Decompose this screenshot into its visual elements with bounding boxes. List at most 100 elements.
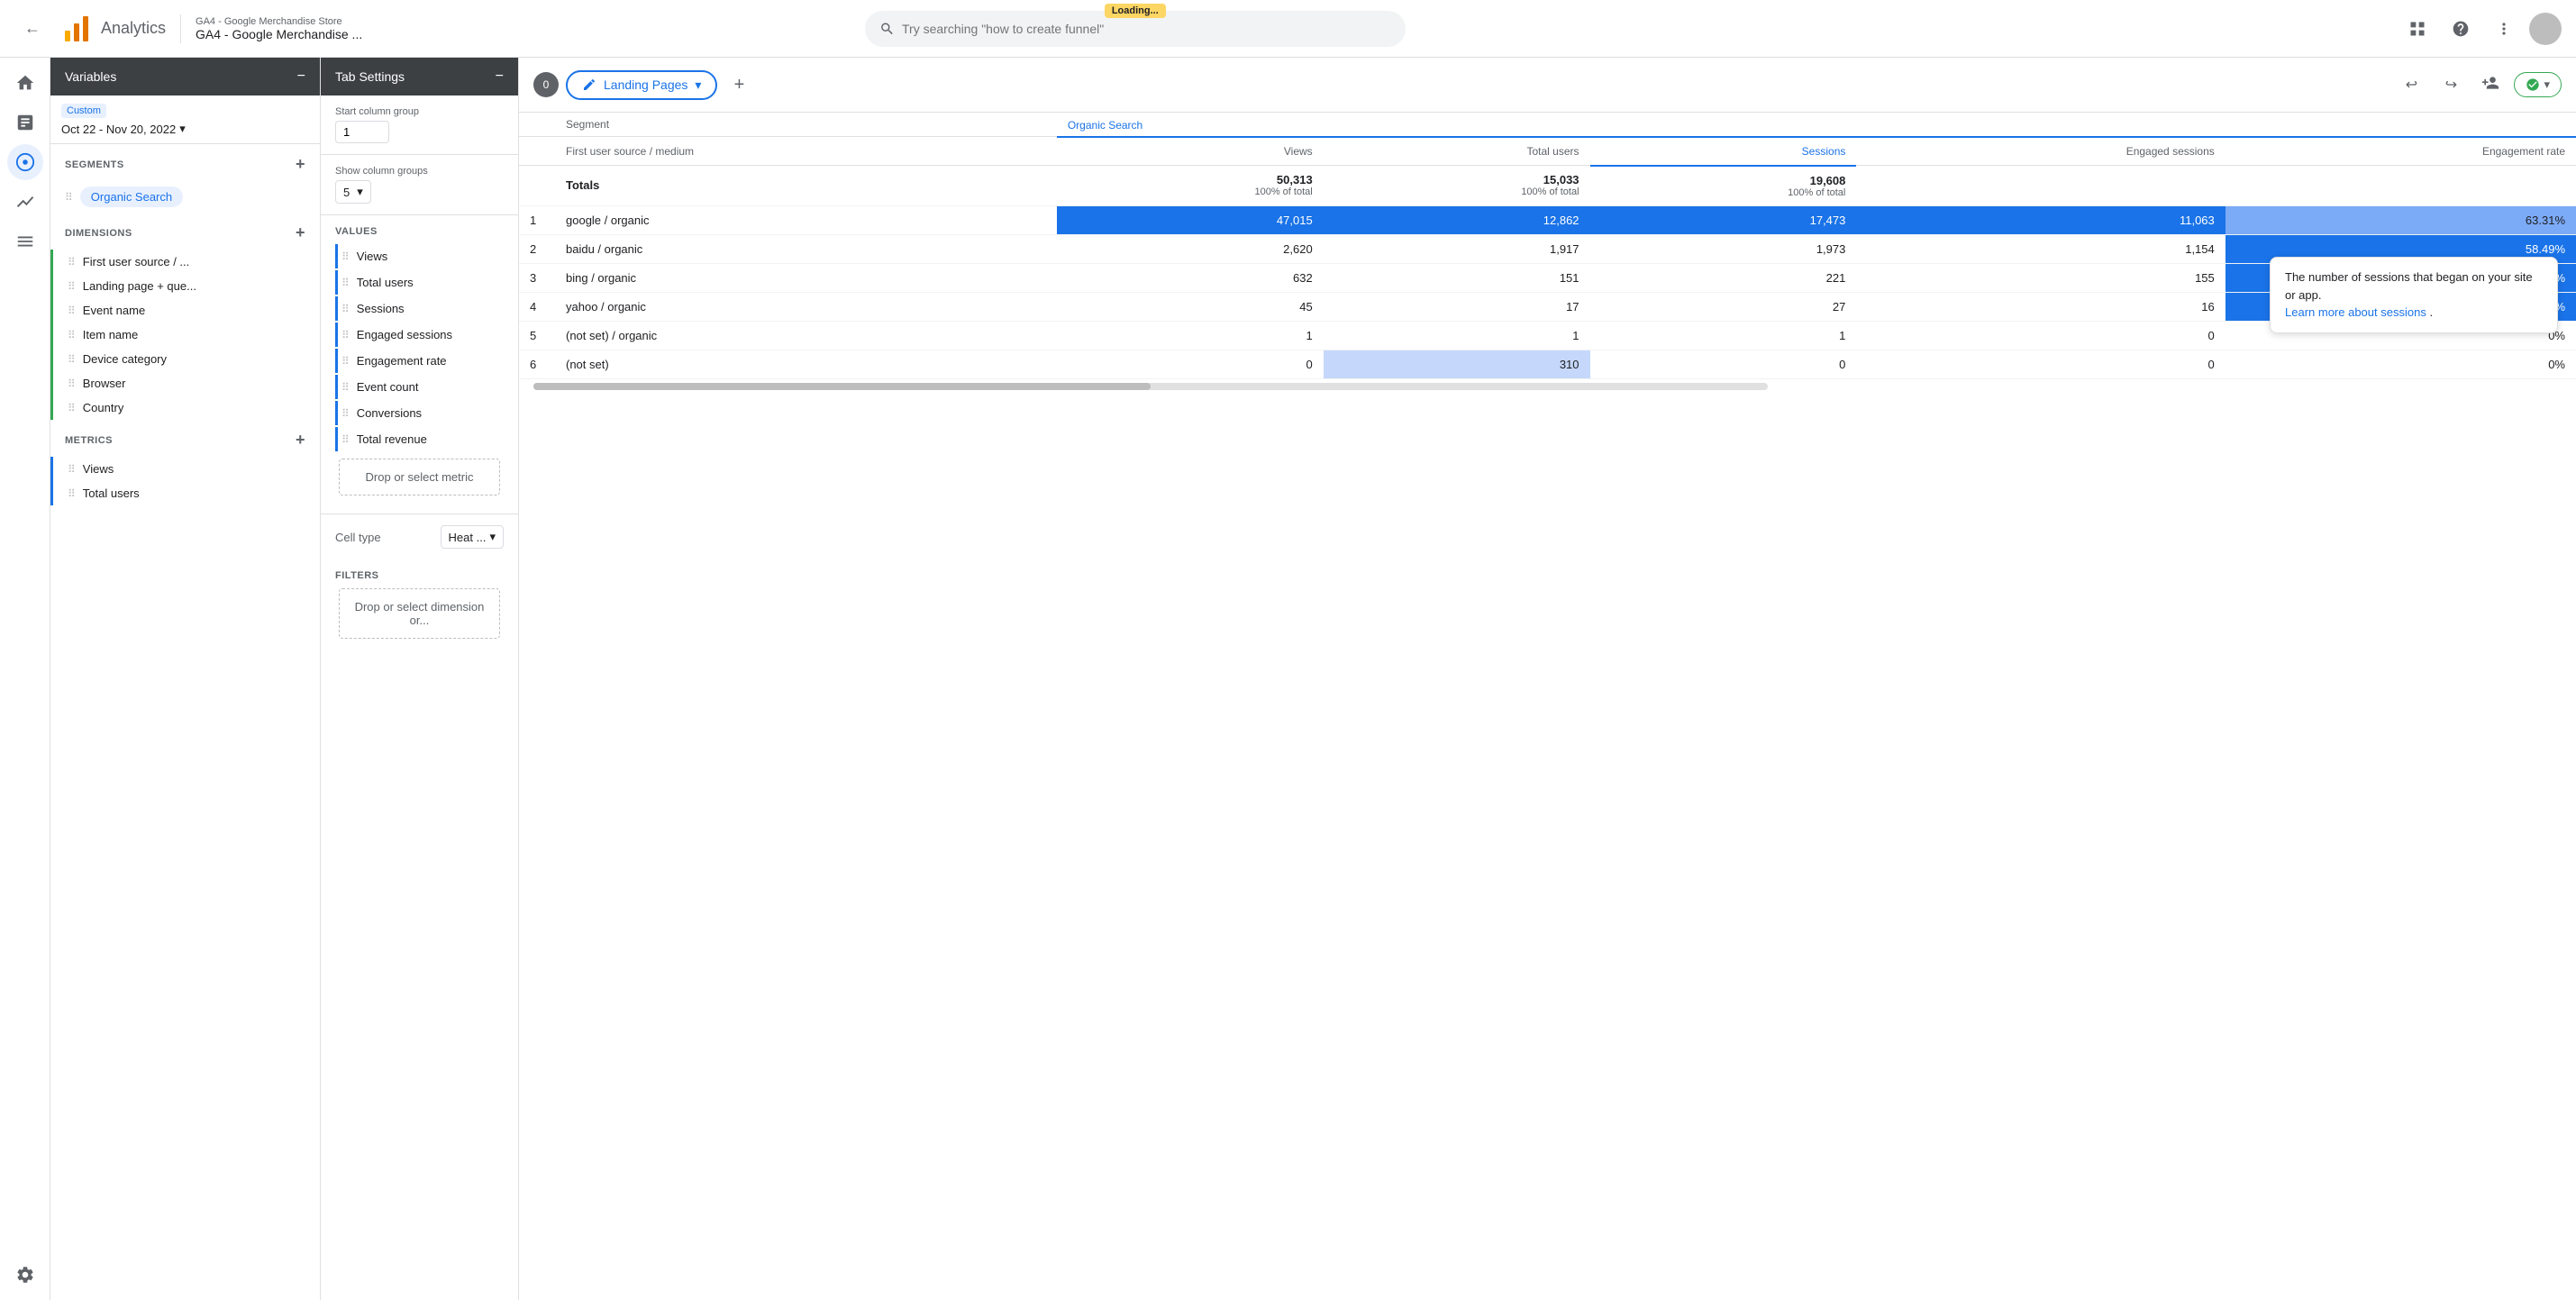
back-button[interactable]: ←	[14, 11, 50, 47]
metric-views[interactable]: ⠿ Views	[50, 457, 320, 481]
show-column-groups-section: Show column groups 5 ▾	[321, 155, 518, 215]
engagement-rate-column-header[interactable]: Engagement rate	[2226, 137, 2576, 166]
value-sessions[interactable]: ⠿ Sessions	[335, 296, 504, 321]
segment-organic-search[interactable]: ⠿ Organic Search	[50, 181, 320, 213]
value-engaged-sessions[interactable]: ⠿ Engaged sessions	[335, 323, 504, 347]
row-total-users: 310	[1324, 350, 1590, 378]
dimension-label: Item name	[83, 328, 138, 341]
segment-header-row: Segment Organic Search	[519, 113, 2576, 137]
tab-settings-minimize[interactable]: −	[496, 68, 504, 85]
metric-total-users[interactable]: ⠿ Total users	[50, 481, 320, 505]
nav-explore[interactable]	[7, 144, 43, 180]
more-menu-button[interactable]	[2486, 11, 2522, 47]
dimension-event-name[interactable]: ⠿ Event name	[50, 298, 320, 323]
drag-handle-icon: ⠿	[68, 329, 76, 341]
segments-section-header: SEGMENTS +	[50, 144, 320, 181]
drag-handle-icon: ⠿	[341, 250, 350, 263]
nav-advertising[interactable]	[7, 184, 43, 220]
dimension-landing-page[interactable]: ⠿ Landing page + que...	[50, 274, 320, 298]
nav-home[interactable]	[7, 65, 43, 101]
table-row: 6 (not set) 0 310 0 0 0%	[519, 350, 2576, 378]
value-event-count[interactable]: ⠿ Event count	[335, 375, 504, 399]
cell-type-label: Cell type	[335, 531, 381, 544]
nav-reports[interactable]	[7, 105, 43, 141]
add-person-icon	[2481, 74, 2499, 92]
value-total-users[interactable]: ⠿ Total users	[335, 270, 504, 295]
values-section: VALUES ⠿ Views ⠿ Total users ⠿ Sessions …	[321, 215, 518, 514]
drag-handle-icon: ⠿	[341, 303, 350, 315]
nav-configure[interactable]	[7, 223, 43, 259]
value-label: Conversions	[357, 406, 422, 420]
totals-row: Totals 50,313 100% of total 15,033 100% …	[519, 166, 2576, 206]
total-users-column-header[interactable]: Total users	[1324, 137, 1590, 166]
drag-handle-icon: ⠿	[68, 377, 76, 390]
tab-settings-header: Tab Settings −	[321, 58, 518, 95]
row-dimension: bing / organic	[555, 263, 1057, 292]
dimension-country[interactable]: ⠿ Country	[50, 395, 320, 420]
show-column-groups-value: 5	[343, 186, 350, 199]
search-bar[interactable]: Loading...	[865, 11, 1406, 47]
tooltip-link[interactable]: Learn more about sessions	[2285, 305, 2429, 319]
topbar: ← Analytics GA4 - Google Merchandise Sto…	[0, 0, 2576, 58]
date-custom-badge: Custom	[61, 104, 106, 118]
redo-button[interactable]: ↪	[2435, 68, 2467, 101]
help-button[interactable]	[2443, 11, 2479, 47]
chevron-down-icon: ▾	[2544, 77, 2550, 92]
dimension-item-name[interactable]: ⠿ Item name	[50, 323, 320, 347]
segment-label: Organic Search	[91, 190, 172, 204]
dimension-first-user-source[interactable]: ⠿ First user source / ...	[50, 250, 320, 274]
drag-handle-icon: ⠿	[68, 463, 76, 476]
scrollbar-indicator[interactable]	[533, 383, 1768, 390]
start-column-group-section: Start column group	[321, 95, 518, 155]
sessions-column-header[interactable]: Sessions	[1590, 137, 1857, 166]
drag-handle-icon: ⠿	[68, 353, 76, 366]
drop-filter-box[interactable]: Drop or select dimension or...	[339, 588, 500, 639]
value-engagement-rate[interactable]: ⠿ Engagement rate	[335, 349, 504, 373]
add-segment-button[interactable]: +	[296, 155, 305, 174]
engaged-sessions-column-header[interactable]: Engaged sessions	[1856, 137, 2225, 166]
dimension-browser[interactable]: ⠿ Browser	[50, 371, 320, 395]
views-column-header[interactable]: Views	[1057, 137, 1324, 166]
row-engagement-rate: 63.31%	[2226, 205, 2576, 234]
row-num-header	[519, 137, 555, 166]
grid-icon-button[interactable]	[2399, 11, 2435, 47]
cell-type-value: Heat ...	[449, 531, 487, 544]
add-tab-button[interactable]: +	[724, 70, 753, 99]
start-column-group-label: Start column group	[335, 106, 504, 117]
report-table-container[interactable]: Segment Organic Search First user source…	[519, 113, 2576, 1300]
row-num: 5	[519, 321, 555, 350]
more-vert-icon	[2495, 20, 2513, 38]
dimension-device-category[interactable]: ⠿ Device category	[50, 347, 320, 371]
landing-pages-tab[interactable]: Landing Pages ▾	[566, 70, 717, 100]
table-row: 3 bing / organic 632 151 221 155 70.14%	[519, 263, 2576, 292]
show-column-groups-select[interactable]: 5 ▾	[335, 180, 371, 204]
add-dimension-button[interactable]: +	[296, 223, 305, 242]
share-button[interactable]: ▾	[2514, 72, 2562, 97]
cell-type-select[interactable]: Heat ... ▾	[441, 525, 504, 549]
add-metric-button[interactable]: +	[296, 431, 305, 450]
value-conversions[interactable]: ⠿ Conversions	[335, 401, 504, 425]
search-input[interactable]	[902, 22, 1391, 36]
nav-settings[interactable]	[7, 1257, 43, 1293]
table-body: 1 google / organic 47,015 12,862 17,473 …	[519, 205, 2576, 378]
dimension-label: Event name	[83, 304, 145, 317]
add-user-button[interactable]	[2474, 68, 2507, 101]
dimension-label: First user source / ...	[83, 255, 189, 268]
drop-metric-box[interactable]: Drop or select metric	[339, 459, 500, 495]
metric-label: Views	[83, 462, 114, 476]
value-label: Engagement rate	[357, 354, 447, 368]
value-total-revenue[interactable]: ⠿ Total revenue	[335, 427, 504, 451]
property-selector[interactable]: GA4 - Google Merchandise Store GA4 - Goo…	[196, 16, 362, 41]
avatar[interactable]	[2529, 13, 2562, 45]
totals-engagement-rate	[2226, 166, 2576, 206]
edit-icon	[582, 77, 596, 92]
variables-minimize[interactable]: −	[297, 68, 305, 85]
date-range-row[interactable]: Oct 22 - Nov 20, 2022 ▾	[61, 122, 309, 136]
undo-button[interactable]: ↩	[2395, 68, 2427, 101]
row-engagement-rate: 0%	[2226, 350, 2576, 378]
start-column-group-input[interactable]	[335, 121, 389, 143]
date-selector[interactable]: Custom Oct 22 - Nov 20, 2022 ▾	[50, 95, 320, 144]
row-sessions: 27	[1590, 292, 1857, 321]
value-views[interactable]: ⠿ Views	[335, 244, 504, 268]
metric-label: Total users	[83, 486, 140, 500]
